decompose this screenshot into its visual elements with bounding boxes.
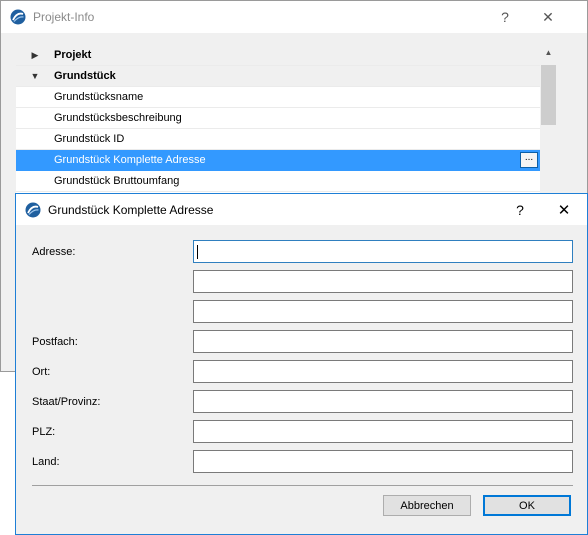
city-field[interactable] <box>193 360 573 383</box>
pobox-field[interactable] <box>193 330 573 353</box>
ok-button[interactable]: OK <box>483 495 571 516</box>
app-logo-icon <box>10 9 26 25</box>
window-title: Projekt-Info <box>33 10 95 24</box>
dialog-title: Grundstück Komplette Adresse <box>48 202 214 217</box>
help-button[interactable]: ? <box>498 194 542 226</box>
state-field[interactable] <box>193 390 573 413</box>
tree-item[interactable]: Grundstücksname <box>16 87 540 108</box>
dialog-titlebar: Grundstück Komplette Adresse ? ✕ <box>16 194 587 225</box>
tree-item-label: Grundstücksbeschreibung <box>54 112 182 124</box>
expanded-arrow-icon[interactable]: ▼ <box>16 71 54 81</box>
tree-group-projekt[interactable]: ▶ Projekt <box>16 45 540 66</box>
state-label: Staat/Provinz: <box>32 396 101 408</box>
tree-group-label: Grundstück <box>54 70 116 82</box>
tree-item[interactable]: Grundstück Bruttoumfang <box>16 171 540 192</box>
address-line1-field[interactable] <box>193 240 573 263</box>
country-label: Land: <box>32 456 60 468</box>
tree-item-label: Grundstück Bruttoumfang <box>54 175 180 187</box>
address-line3-field[interactable] <box>193 300 573 323</box>
zip-field[interactable] <box>193 420 573 443</box>
scroll-up-arrow-icon[interactable]: ▲ <box>540 48 557 57</box>
ellipsis-button[interactable]: ... <box>520 152 538 168</box>
divider <box>32 485 573 486</box>
help-button[interactable]: ? <box>483 1 527 33</box>
tree-item-label: Grundstücksname <box>54 91 144 103</box>
tree-item-selected[interactable]: Grundstück Komplette Adresse ... <box>16 150 540 171</box>
close-button[interactable]: ✕ <box>526 1 570 33</box>
address-label: Adresse: <box>32 246 76 258</box>
project-info-titlebar: Projekt-Info ? ✕ <box>1 1 587 33</box>
address-dialog: Grundstück Komplette Adresse ? ✕ Adresse… <box>15 193 588 535</box>
cancel-button[interactable]: Abbrechen <box>383 495 471 516</box>
tree-item-label: Grundstück ID <box>54 133 125 145</box>
address-line2-field[interactable] <box>193 270 573 293</box>
zip-label: PLZ: <box>32 426 56 438</box>
tree-group-grundstueck[interactable]: ▼ Grundstück <box>16 66 540 87</box>
project-info-tree: ▶ Projekt ▼ Grundstück Grundstücksname G… <box>16 45 540 193</box>
country-field[interactable] <box>193 450 573 473</box>
tree-item[interactable]: Grundstücksbeschreibung <box>16 108 540 129</box>
text-caret <box>197 245 198 259</box>
app-logo-icon <box>25 202 41 217</box>
tree-scrollbar[interactable]: ▲ <box>540 45 557 193</box>
tree-item-label: Grundstück Komplette Adresse <box>54 154 206 166</box>
scroll-thumb[interactable] <box>541 65 556 125</box>
tree-group-label: Projekt <box>54 49 92 61</box>
city-label: Ort: <box>32 366 51 378</box>
tree-item[interactable]: Grundstück ID <box>16 129 540 150</box>
close-button[interactable]: ✕ <box>542 194 586 226</box>
collapsed-arrow-icon[interactable]: ▶ <box>16 50 54 61</box>
pobox-label: Postfach: <box>32 336 78 348</box>
